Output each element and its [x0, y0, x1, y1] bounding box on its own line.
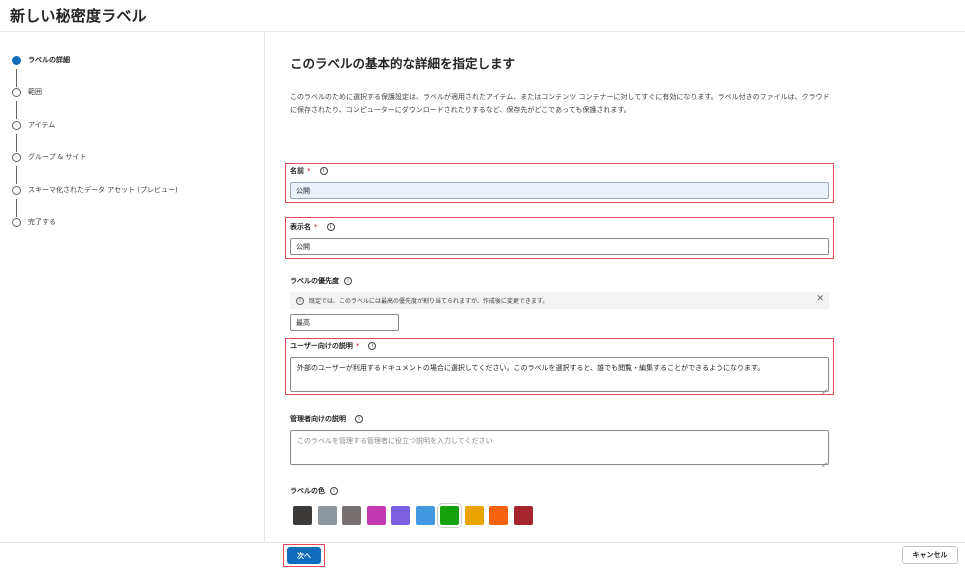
info-icon[interactable]: i — [368, 342, 377, 350]
name-value: 公開 — [296, 186, 310, 195]
color-swatch[interactable] — [293, 506, 312, 525]
display-name-value: 公開 — [296, 242, 310, 251]
priority-input[interactable]: 最高 — [290, 314, 399, 331]
wizard-steps: ラベルの詳細 範囲 アイテム グループ & サイト スキーマ化されたデータ アセ… — [0, 32, 265, 542]
step-label: スキーマ化されたデータ アセット (プレビュー) — [28, 186, 178, 194]
section-description: このラベルのために選択する保護設定は、ラベルが適用されたアイテム、またはコンテン… — [290, 93, 830, 114]
step-current-icon — [12, 55, 21, 65]
required-marker: * — [307, 167, 311, 175]
name-label: 名前 * i — [290, 166, 328, 176]
color-swatch[interactable] — [342, 506, 361, 525]
user-description-textarea[interactable]: 外部のユーザーが利用するドキュメントの場合に選択してください。このラベルを選択す… — [290, 357, 829, 392]
priority-label: ラベルの優先度 i — [290, 276, 352, 286]
admin-description-label: 管理者向けの説明 i — [290, 414, 363, 424]
info-icon[interactable]: i — [330, 487, 338, 495]
next-button[interactable]: 次へ — [287, 547, 321, 564]
required-marker: * — [314, 223, 318, 231]
display-name-label-text: 表示名 — [290, 223, 311, 231]
step-schematized-data[interactable]: スキーマ化されたデータ アセット (プレビュー) — [12, 183, 178, 197]
step-pending-icon — [12, 120, 21, 130]
priority-info-text: 既定では、このラベルには最高の優先度が割り当てられますが、作成後に変更できます。 — [309, 298, 549, 305]
page-title: 新しい秘密度ラベル — [10, 7, 147, 25]
resize-grip-icon[interactable] — [821, 457, 827, 463]
footer-bar — [0, 542, 965, 572]
admin-description-placeholder: このラベルを管理する管理者に役立つ説明を入力してください — [297, 437, 493, 445]
color-swatch[interactable] — [317, 506, 337, 525]
color-swatches — [293, 503, 538, 528]
step-connector — [16, 166, 17, 184]
step-items[interactable]: アイテム — [12, 118, 55, 132]
required-marker: * — [355, 342, 360, 350]
name-label-text: 名前 — [290, 167, 304, 175]
color-swatch[interactable] — [513, 506, 533, 525]
step-label: 完了する — [28, 218, 56, 226]
step-label-details[interactable]: ラベルの詳細 — [12, 53, 70, 67]
user-description-label-text: ユーザー向けの説明 — [290, 342, 353, 350]
priority-info-bar: i 既定では、このラベルには最高の優先度が割り当てられますが、作成後に変更できま… — [290, 292, 829, 309]
step-pending-icon — [12, 152, 21, 162]
page-header: 新しい秘密度ラベル — [0, 0, 965, 32]
color-swatch[interactable] — [391, 506, 410, 525]
admin-description-label-text: 管理者向けの説明 — [290, 415, 346, 423]
info-icon[interactable]: i — [326, 223, 335, 231]
priority-value: 最高 — [296, 318, 310, 327]
color-swatch[interactable] — [366, 506, 386, 525]
step-pending-icon — [12, 185, 21, 195]
admin-description-textarea[interactable]: このラベルを管理する管理者に役立つ説明を入力してください — [290, 430, 829, 465]
resize-grip-icon[interactable] — [821, 384, 827, 390]
step-label: 範囲 — [28, 88, 42, 96]
step-pending-icon — [12, 87, 21, 97]
color-label-text: ラベルの色 — [290, 487, 325, 495]
step-connector — [16, 101, 17, 119]
info-icon[interactable]: i — [344, 277, 352, 285]
color-label: ラベルの色 i — [290, 486, 338, 496]
step-finish[interactable]: 完了する — [12, 215, 56, 229]
info-icon: i — [296, 296, 304, 305]
info-icon[interactable]: i — [355, 415, 363, 423]
color-swatch[interactable] — [415, 506, 435, 525]
priority-label-text: ラベルの優先度 — [290, 277, 339, 285]
color-swatch[interactable] — [437, 503, 462, 528]
close-icon[interactable]: ✕ — [816, 294, 824, 304]
user-description-value: 外部のユーザーが利用するドキュメントの場合に選択してください。このラベルを選択す… — [297, 364, 765, 372]
name-input[interactable]: 公開 — [290, 182, 829, 199]
step-label: ラベルの詳細 — [28, 56, 70, 64]
step-scope[interactable]: 範囲 — [12, 85, 42, 99]
display-name-label: 表示名 * i — [290, 222, 335, 232]
step-groups-sites[interactable]: グループ & サイト — [12, 150, 87, 164]
color-swatch[interactable] — [464, 506, 484, 525]
display-name-input[interactable]: 公開 — [290, 238, 829, 255]
section-heading: このラベルの基本的な詳細を指定します — [290, 56, 516, 71]
step-pending-icon — [12, 217, 21, 227]
color-swatch[interactable] — [489, 506, 508, 525]
cancel-button[interactable]: キャンセル — [902, 546, 958, 564]
step-label: グループ & サイト — [28, 153, 87, 161]
user-description-label: ユーザー向けの説明 * i — [290, 341, 377, 351]
info-icon[interactable]: i — [319, 167, 328, 175]
step-label: アイテム — [28, 121, 56, 129]
